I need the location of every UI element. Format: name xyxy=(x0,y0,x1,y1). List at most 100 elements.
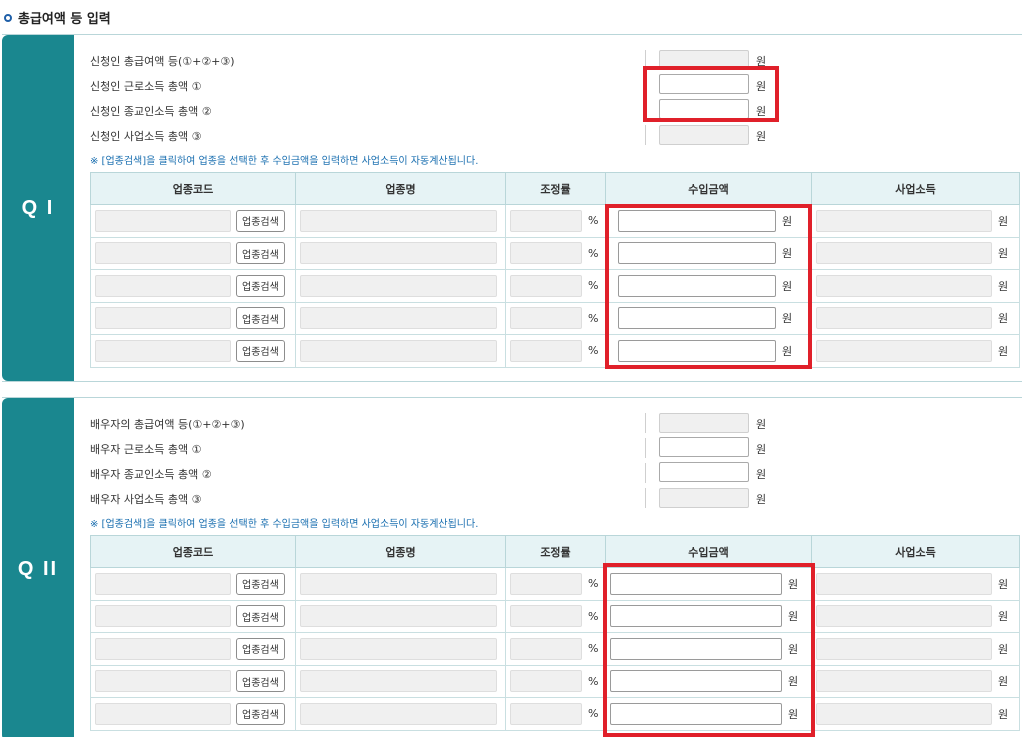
divider xyxy=(645,463,646,483)
income-amount-input[interactable] xyxy=(618,242,776,265)
q2-total-label: 배우자의 총급여액 등(①+②+③) xyxy=(90,418,245,431)
q2-business-table: 업종코드 업종명 조정률 수입금액 사업소득 업종검색 % 원 원 업종검색 %… xyxy=(90,535,1020,731)
business-income-field xyxy=(816,702,992,725)
industry-code-field xyxy=(95,702,231,725)
q2-religious-label: 배우자 종교인소득 총액 ② xyxy=(90,468,212,481)
col-business-income: 사업소득 xyxy=(811,172,1020,205)
divider xyxy=(645,125,646,145)
industry-search-button[interactable]: 업종검색 xyxy=(236,572,285,595)
income-amount-input[interactable] xyxy=(610,637,782,660)
won-unit: 원 xyxy=(782,312,793,326)
auto-calc-note: ※ [업종검색]을 클릭하여 업종을 선택한 후 수입금액을 입력하면 사업소득… xyxy=(90,156,479,167)
industry-code-field xyxy=(95,637,231,660)
won-unit: 원 xyxy=(998,577,1009,591)
won-unit: 원 xyxy=(756,443,767,456)
q1-wage-input[interactable] xyxy=(659,74,749,94)
industry-search-button[interactable]: 업종검색 xyxy=(236,702,285,725)
industry-code-field xyxy=(95,670,231,693)
industry-search-button[interactable]: 업종검색 xyxy=(236,274,285,297)
won-unit: 원 xyxy=(998,279,1009,293)
industry-code-field xyxy=(95,274,231,297)
q2-wage-label: 배우자 근로소득 총액 ① xyxy=(90,443,202,456)
industry-search-button[interactable]: 업종검색 xyxy=(236,209,285,232)
percent-unit: % xyxy=(588,642,599,656)
col-code: 업종코드 xyxy=(90,172,296,205)
won-unit: 원 xyxy=(788,577,799,591)
business-income-field xyxy=(816,242,992,265)
divider xyxy=(645,488,646,508)
rate-field xyxy=(510,572,582,595)
col-rate: 조정률 xyxy=(505,172,606,205)
industry-name-field xyxy=(300,274,497,297)
table-row: 업종검색 % 원 원 xyxy=(90,697,1020,731)
won-unit: 원 xyxy=(756,80,767,93)
table-row: 업종검색 % 원 원 xyxy=(90,301,1020,335)
income-amount-input[interactable] xyxy=(618,209,776,232)
income-amount-input[interactable] xyxy=(618,274,776,297)
q2-wage-input[interactable] xyxy=(659,437,749,457)
won-unit: 원 xyxy=(998,247,1009,261)
industry-code-field xyxy=(95,339,231,362)
rate-field xyxy=(510,307,582,330)
won-unit: 원 xyxy=(998,610,1009,624)
percent-unit: % xyxy=(588,674,599,688)
col-code: 업종코드 xyxy=(90,535,296,568)
won-unit: 원 xyxy=(998,707,1009,721)
rate-field xyxy=(510,242,582,265)
table-row: 업종검색 % 원 원 xyxy=(90,204,1020,238)
industry-search-button[interactable]: 업종검색 xyxy=(236,670,285,693)
won-unit: 원 xyxy=(756,55,767,68)
industry-search-button[interactable]: 업종검색 xyxy=(236,637,285,660)
industry-name-field xyxy=(300,605,497,628)
won-unit: 원 xyxy=(998,344,1009,358)
won-unit: 원 xyxy=(788,675,799,689)
col-name: 업종명 xyxy=(295,172,506,205)
q1-religious-input[interactable] xyxy=(659,99,749,119)
industry-search-button[interactable]: 업종검색 xyxy=(236,339,285,362)
q1-wage-label: 신청인 근로소득 총액 ① xyxy=(90,80,202,93)
q2-religious-input[interactable] xyxy=(659,462,749,482)
industry-search-button[interactable]: 업종검색 xyxy=(236,605,285,628)
income-amount-input[interactable] xyxy=(618,307,776,330)
industry-search-button[interactable]: 업종검색 xyxy=(236,307,285,330)
table-row: 업종검색 % 원 원 xyxy=(90,664,1020,698)
won-unit: 원 xyxy=(756,468,767,481)
won-unit: 원 xyxy=(756,418,767,431)
q1-business-field xyxy=(659,125,749,145)
won-unit: 원 xyxy=(756,105,767,118)
q1-religious-label: 신청인 종교인소득 총액 ② xyxy=(90,105,212,118)
rate-field xyxy=(510,605,582,628)
page-title-text: 총급여액 등 입력 xyxy=(18,12,111,27)
auto-calc-note: ※ [업종검색]을 클릭하여 업종을 선택한 후 수입금액을 입력하면 사업소득… xyxy=(90,519,479,530)
won-unit: 원 xyxy=(998,312,1009,326)
income-amount-input[interactable] xyxy=(618,339,776,362)
panel-q1-label: Q I xyxy=(2,35,74,381)
q2-total-field xyxy=(659,413,749,433)
table-row: 업종검색 % 원 원 xyxy=(90,599,1020,633)
percent-unit: % xyxy=(588,246,599,260)
col-income: 수입금액 xyxy=(605,535,812,568)
industry-search-button[interactable]: 업종검색 xyxy=(236,242,285,265)
industry-name-field xyxy=(300,572,497,595)
table-row: 업종검색 % 원 원 xyxy=(90,567,1020,601)
q1-total-field xyxy=(659,50,749,70)
industry-name-field xyxy=(300,670,497,693)
table-row: 업종검색 % 원 원 xyxy=(90,632,1020,666)
business-income-field xyxy=(816,274,992,297)
income-amount-input[interactable] xyxy=(610,572,782,595)
col-name: 업종명 xyxy=(295,535,506,568)
industry-code-field xyxy=(95,605,231,628)
rate-field xyxy=(510,274,582,297)
industry-code-field xyxy=(95,242,231,265)
income-amount-input[interactable] xyxy=(610,605,782,628)
circle-bullet-icon xyxy=(4,13,12,22)
income-amount-input[interactable] xyxy=(610,702,782,725)
industry-name-field xyxy=(300,339,497,362)
panel-q1: Q I 신청인 총급여액 등(①+②+③) 신청인 근로소득 총액 ① 신청인 … xyxy=(2,34,1022,382)
q1-business-table: 업종코드 업종명 조정률 수입금액 사업소득 업종검색 % 원 원 업종검색 %… xyxy=(90,172,1020,368)
page-title: 총급여액 등 입력 xyxy=(4,8,111,27)
rate-field xyxy=(510,702,582,725)
col-business-income: 사업소득 xyxy=(811,535,1020,568)
income-amount-input[interactable] xyxy=(610,670,782,693)
percent-unit: % xyxy=(588,214,599,228)
